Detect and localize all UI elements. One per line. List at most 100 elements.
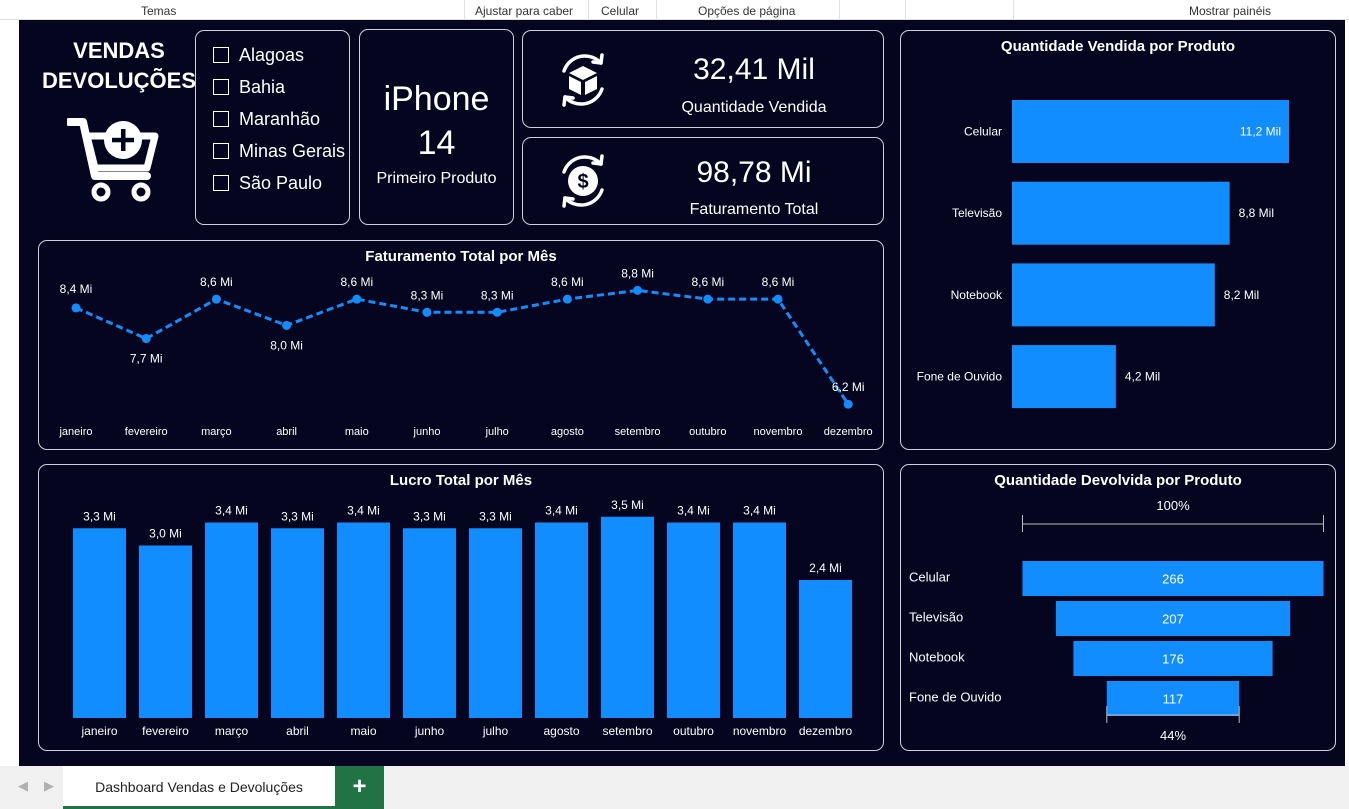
data-label: 6,2 Mi — [832, 380, 865, 394]
funnel-chart-svg: 100% 266 Celular 207 Televisão 176 Notebook 117… — [909, 498, 1324, 743]
x-tick-label: março — [215, 724, 249, 738]
y-tick-label: Fone de Ouvido — [909, 690, 1002, 705]
line-point — [703, 294, 713, 304]
data-label: 117 — [1163, 692, 1184, 707]
filter-item-label: São Paulo — [239, 173, 323, 193]
line-point — [211, 294, 221, 304]
bar — [337, 522, 390, 718]
x-tick-label: outubro — [673, 724, 714, 738]
revenue-by-month-chart: Faturamento Total por Mês 8,4 Mi janeiro 7… — [38, 240, 884, 450]
line-chart-svg: 8,4 Mi janeiro 7,7 Mi fevereiro 8,6 Mi março 8… — [58, 266, 873, 438]
filter-item-label: Maranhão — [239, 109, 321, 129]
checkbox[interactable] — [213, 79, 229, 95]
x-tick-label: janeiro — [80, 724, 117, 738]
line-point — [422, 307, 432, 317]
x-tick-label: janeiro — [58, 426, 92, 438]
x-tick-label: agosto — [551, 426, 584, 438]
x-tick-label: julho — [482, 724, 509, 738]
x-tick-label: setembro — [615, 426, 661, 438]
ribbon-page-options[interactable]: Opções de página — [698, 4, 795, 18]
x-tick-label: fevereiro — [142, 724, 189, 738]
data-label: 207 — [1162, 612, 1184, 627]
ribbon-fit-to-page[interactable]: Ajustar para caber — [475, 4, 573, 18]
data-label: 176 — [1162, 652, 1184, 667]
x-tick-label: setembro — [602, 724, 652, 738]
line-point — [843, 399, 853, 409]
kpi-quantity-label: Quantidade Vendida — [681, 99, 827, 116]
dollar-coin-icon: $ — [562, 154, 604, 208]
add-sheet-button[interactable]: + — [335, 766, 384, 809]
state-filter-slicer: Alagoas Bahia Maranhão Minas Gerais São … — [195, 30, 350, 225]
data-label: 266 — [1162, 572, 1184, 587]
ribbon-show-panes[interactable]: Mostrar painéis — [1189, 4, 1271, 18]
bar — [73, 528, 126, 718]
data-label: 3,4 Mi — [677, 504, 710, 518]
data-label: 8,6 Mi — [551, 275, 584, 289]
data-label: 4,2 Mil — [1125, 370, 1160, 384]
data-label: 3,3 Mi — [83, 509, 116, 523]
x-tick-label: dezembro — [824, 426, 873, 438]
data-label: 8,8 Mi — [621, 266, 654, 280]
y-tick-label: Televisão — [952, 206, 1002, 220]
checkbox[interactable] — [213, 143, 229, 159]
kpi-revenue-label: Faturamento Total — [689, 201, 819, 218]
tab-label: Dashboard Vendas e Devoluções — [95, 779, 303, 795]
data-label: 8,6 Mi — [691, 275, 724, 289]
chevron-right-icon[interactable]: ▶ — [44, 778, 54, 794]
data-label: 3,5 Mi — [611, 498, 644, 512]
ribbon-mobile[interactable]: Celular — [601, 4, 639, 18]
x-tick-label: dezembro — [799, 724, 853, 738]
x-tick-label: novembro — [754, 426, 803, 438]
y-tick-label: Celular — [964, 125, 1002, 139]
x-tick-label: abril — [286, 724, 309, 738]
x-tick-label: novembro — [733, 724, 787, 738]
data-label: 3,4 Mi — [215, 504, 248, 518]
data-label: 3,4 Mi — [743, 504, 776, 518]
checkbox[interactable] — [213, 175, 229, 191]
bar — [205, 522, 258, 718]
filter-item-label: Minas Gerais — [239, 141, 346, 161]
data-label: 7,7 Mi — [130, 352, 163, 366]
y-tick-label: Notebook — [951, 288, 1003, 302]
bar — [139, 545, 192, 718]
x-tick-label: março — [201, 426, 232, 438]
bar — [1012, 263, 1215, 327]
bar — [667, 522, 720, 718]
line-point — [141, 334, 151, 344]
bar — [403, 528, 456, 718]
data-label: 11,2 Mil — [1240, 125, 1281, 139]
first-product-name-line1: iPhone — [383, 80, 490, 118]
hbar-chart-svg: Celular 11,2 Mil Televisão 8,8 Mil Notebook 8… — [917, 100, 1289, 409]
y-tick-label: Televisão — [909, 610, 963, 625]
checkbox[interactable] — [213, 111, 229, 127]
data-label: 8,4 Mi — [60, 282, 93, 296]
data-label: 8,0 Mi — [270, 338, 303, 352]
ribbon-separator — [905, 0, 906, 20]
x-tick-label: abril — [276, 426, 297, 438]
tab-dashboard-vendas-devolucoes[interactable]: Dashboard Vendas e Devoluções — [63, 766, 335, 809]
x-tick-label: julho — [485, 426, 509, 438]
chevron-left-icon[interactable]: ◀ — [18, 778, 28, 794]
data-label: 3,3 Mi — [281, 509, 314, 523]
sheet-tab-bar: ◀ ▶ Dashboard Vendas e Devoluções + — [0, 766, 1349, 809]
filter-item-label: Bahia — [239, 77, 286, 97]
kpi-quantity-value: 32,41 Mil — [693, 53, 815, 86]
svg-text:$: $ — [577, 171, 588, 193]
filter-item-label: Alagoas — [239, 45, 305, 65]
ribbon-separator — [464, 0, 465, 20]
returned-quantity-by-product-chart: Quantidade Devolvida por Produto 100% 266… — [900, 464, 1336, 751]
x-tick-label: agosto — [543, 724, 579, 738]
profit-by-month-chart: Lucro Total por Mês 3,3 Mi janeiro 3,0 Mi f… — [38, 464, 884, 751]
ribbon-themes[interactable]: Temas — [141, 4, 176, 18]
line-point — [633, 285, 643, 295]
x-tick-label: junho — [414, 724, 445, 738]
shopping-cart-add-icon — [67, 118, 159, 202]
kpi-revenue-card: $ 98,78 Mi Faturamento Total — [522, 137, 884, 225]
x-tick-label: outubro — [689, 426, 726, 438]
first-product-caption: Primeiro Produto — [376, 170, 497, 187]
first-product-name-line2: 14 — [417, 124, 456, 162]
checkbox[interactable] — [213, 47, 229, 63]
line-point — [562, 294, 572, 304]
ribbon-separator — [1013, 0, 1014, 20]
line-series — [75, 288, 850, 406]
